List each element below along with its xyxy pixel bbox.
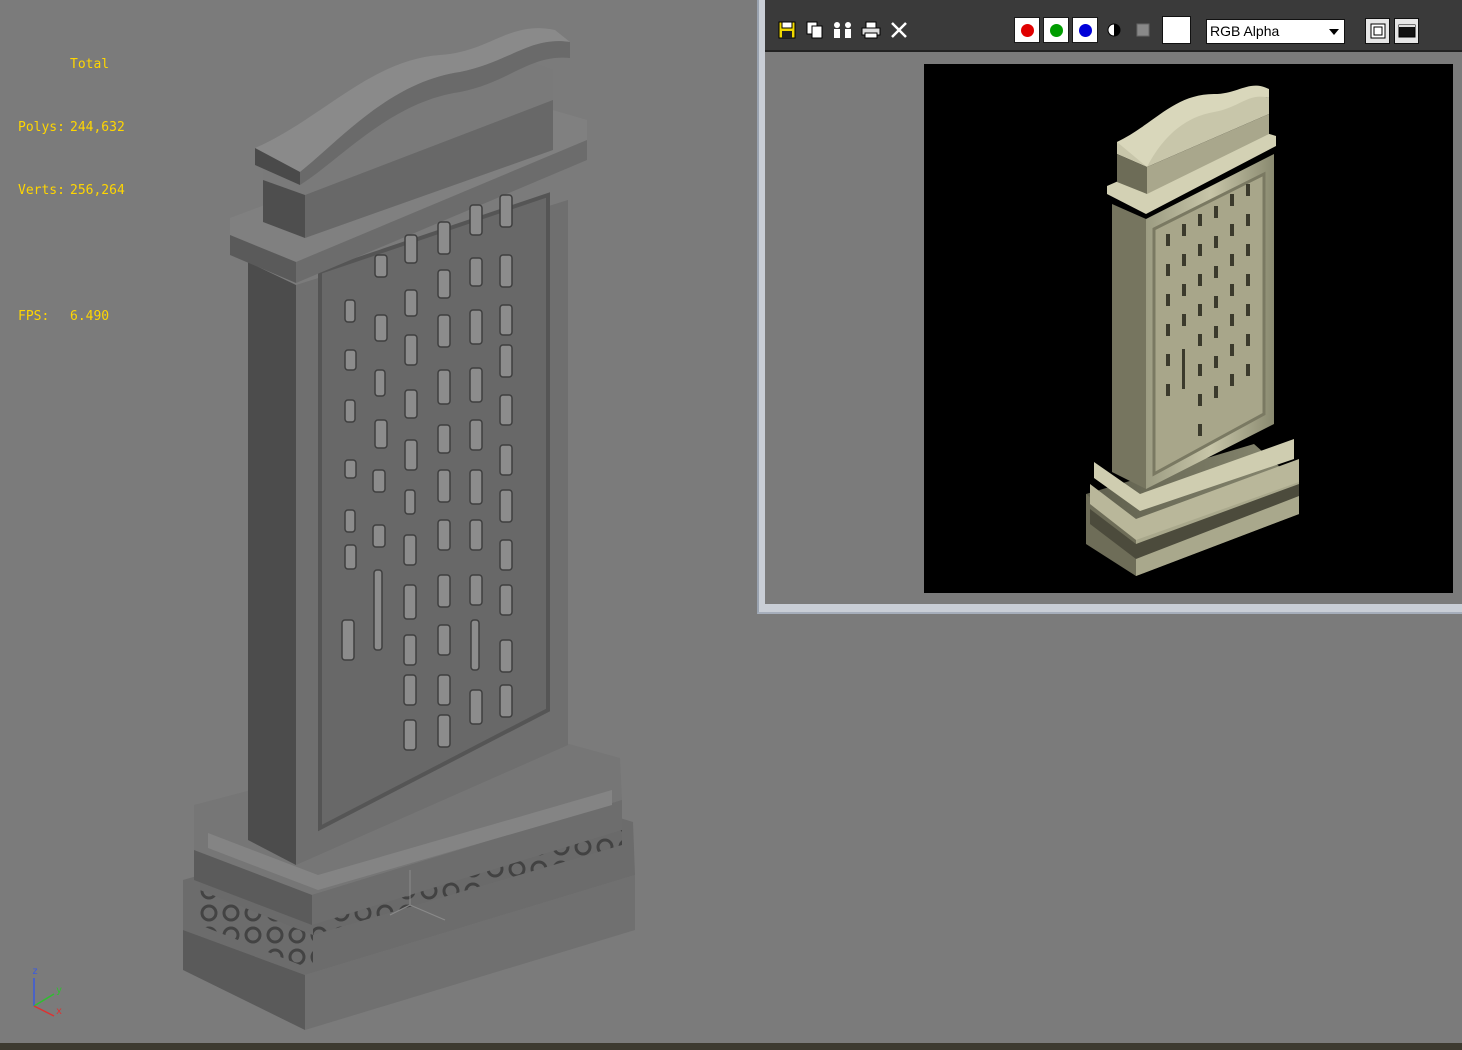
background-color-swatch[interactable] [1162,16,1191,44]
frame-icon[interactable] [1365,18,1390,44]
channel-display-dropdown[interactable]: RGB Alpha [1206,19,1345,44]
people-icon[interactable] [831,18,855,42]
stele-3d-model[interactable] [0,0,760,1040]
axis-y-label: y [56,985,62,996]
axis-x-label: x [56,1006,62,1017]
clear-x-icon[interactable] [887,18,911,42]
blue-channel-icon[interactable] [1072,17,1098,43]
axis-tripod: z y x [32,966,62,1017]
axis-z-label: z [32,966,38,977]
render-preview-canvas [924,64,1453,593]
rendered-frame-window[interactable]: RGB Alpha [757,0,1462,614]
save-icon[interactable] [775,18,799,42]
mono-icon[interactable] [1102,18,1126,42]
rendered-stele-image [1086,85,1299,576]
clone-icon[interactable] [803,18,827,42]
display-icon[interactable] [1394,18,1419,44]
alpha-icon[interactable] [1131,18,1155,42]
render-toolbar: RGB Alpha [765,0,1462,52]
chevron-down-icon [1329,29,1339,35]
green-channel-icon[interactable] [1043,17,1069,43]
channel-select-value: RGB Alpha [1210,23,1280,39]
status-strip [0,1043,1462,1050]
red-channel-icon[interactable] [1014,17,1040,43]
print-icon[interactable] [859,18,883,42]
